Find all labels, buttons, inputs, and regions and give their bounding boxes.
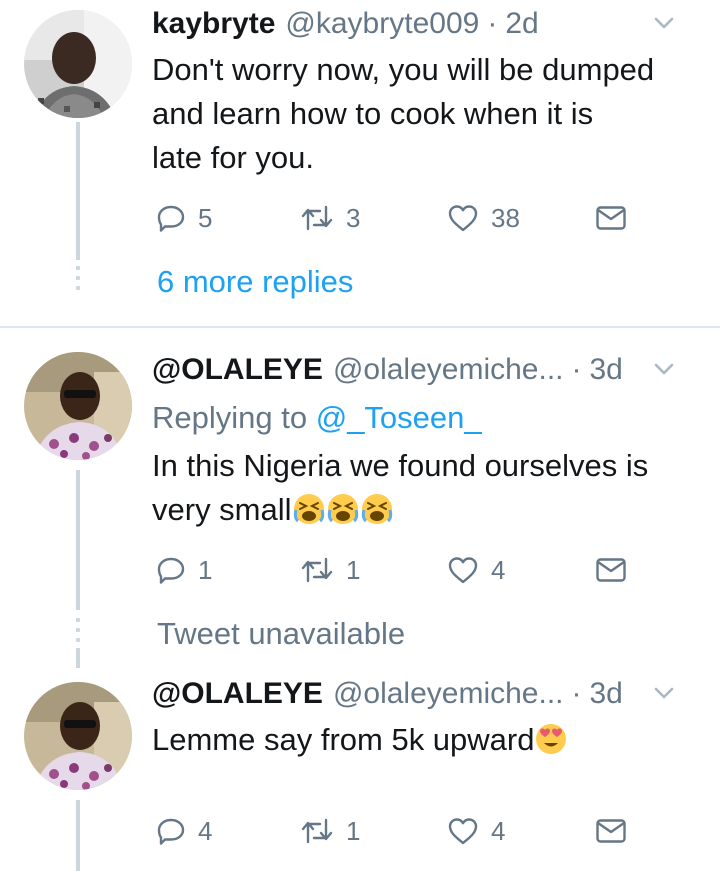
dm-button[interactable]: [595, 550, 627, 590]
avatar[interactable]: [24, 352, 132, 460]
like-count: 38: [491, 202, 520, 233]
tweet-actions: 1 1 4: [152, 550, 672, 590]
reply-count: 5: [198, 202, 213, 233]
chevron-down-icon[interactable]: [654, 16, 674, 30]
thread-dot: [76, 628, 80, 632]
like-icon: [448, 205, 478, 232]
tweet-text: Don't worry now, you will be dumped and …: [152, 48, 700, 180]
thread-line: [76, 122, 80, 260]
replying-prefix: Replying to: [152, 400, 316, 435]
tweet-text: In this Nigeria we found ourselves is ve…: [152, 444, 700, 532]
heart-eyes-emoji: [536, 724, 567, 754]
tweet-text-line: late for you.: [152, 140, 314, 175]
thread-dot: [76, 618, 80, 622]
reply-button[interactable]: 5: [156, 198, 212, 238]
like-icon: [448, 557, 478, 584]
like-count: 4: [491, 815, 506, 846]
tweet-olaleye-1[interactable]: @OLALEYE @olaleyemiche... · 3d Replying …: [0, 328, 720, 668]
retweet-icon: [301, 557, 333, 583]
reply-icon: [157, 205, 185, 232]
tweet-header: kaybryte @kaybryte009 · 2d: [152, 4, 700, 44]
thread-dot: [76, 638, 80, 642]
tweet-olaleye-2[interactable]: @OLALEYE @olaleyemiche... · 3d Lemme say…: [0, 668, 720, 871]
tweet-header: @OLALEYE @olaleyemiche... · 3d: [152, 674, 700, 714]
separator-dot: ·: [571, 353, 582, 386]
timestamp[interactable]: 2d: [505, 7, 538, 41]
chevron-down-icon[interactable]: [654, 686, 674, 700]
timestamp[interactable]: 3d: [590, 677, 623, 711]
dm-button[interactable]: [595, 811, 627, 851]
reply-icon: [157, 557, 185, 584]
thread-line: [76, 648, 80, 668]
thread-dot: [76, 276, 80, 280]
retweet-button[interactable]: 3: [300, 198, 360, 238]
tweet-text: Lemme say from 5k upward: [152, 718, 700, 762]
reply-count: 4: [198, 815, 213, 846]
tweet-text-line: and learn how to cook when it is: [152, 96, 594, 131]
tweet-header: @OLALEYE @olaleyemiche... · 3d: [152, 350, 700, 390]
display-name[interactable]: @OLALEYE: [152, 677, 323, 711]
retweet-icon: [301, 818, 333, 844]
dm-icon: [596, 558, 626, 582]
retweet-icon: [301, 205, 333, 231]
user-handle[interactable]: @olaleyemiche...: [333, 677, 564, 711]
tweet-text-fragment: Lemme say from 5k upward: [152, 722, 535, 757]
tweet-text-line: Don't worry now, you will be dumped: [152, 52, 655, 87]
tweet-unavailable-notice: Tweet unavailable: [157, 616, 406, 651]
thread-dot: [76, 286, 80, 290]
retweet-button[interactable]: 1: [300, 811, 360, 851]
dm-icon: [596, 206, 626, 230]
tweet-text-fragment: very small: [152, 492, 292, 527]
more-replies-link[interactable]: 6 more replies: [157, 262, 353, 302]
reply-button[interactable]: 4: [156, 811, 212, 851]
tired-face-emoji: [327, 494, 358, 524]
tweet-actions: 4 1 4: [152, 811, 672, 851]
tweet-kaybryte[interactable]: kaybryte @kaybryte009 · 2d Don't worry n…: [0, 0, 720, 325]
tweet-text-line: In this Nigeria we found ourselves is: [152, 448, 649, 483]
like-button[interactable]: 4: [447, 550, 505, 590]
retweet-count: 1: [346, 554, 361, 585]
like-button[interactable]: 4: [447, 811, 505, 851]
tweet-text-line: very small: [152, 488, 700, 532]
like-icon: [448, 818, 478, 845]
reply-icon: [157, 818, 185, 845]
tweet-actions: 5 3 38: [152, 198, 672, 238]
thread-line: [76, 470, 80, 610]
display-name[interactable]: @OLALEYE: [152, 353, 323, 387]
retweet-count: 3: [346, 202, 361, 233]
display-name[interactable]: kaybryte: [152, 7, 275, 41]
replying-mention-link[interactable]: @_Toseen_: [316, 400, 482, 435]
user-handle[interactable]: @olaleyemiche...: [333, 353, 564, 387]
tired-face-emoji: [293, 494, 324, 524]
timestamp[interactable]: 3d: [590, 353, 623, 387]
thread-dot: [76, 266, 80, 270]
dm-button[interactable]: [595, 198, 627, 238]
user-handle[interactable]: @kaybryte009: [285, 7, 479, 41]
like-count: 4: [491, 554, 506, 585]
replying-to: Replying to @_Toseen_: [152, 396, 482, 440]
avatar[interactable]: [24, 10, 132, 118]
avatar[interactable]: [24, 682, 132, 790]
chevron-down-icon[interactable]: [654, 362, 674, 376]
separator-dot: ·: [571, 677, 582, 710]
tired-face-emoji: [361, 494, 392, 524]
reply-count: 1: [198, 554, 213, 585]
retweet-button[interactable]: 1: [300, 550, 360, 590]
retweet-count: 1: [346, 815, 361, 846]
dm-icon: [596, 819, 626, 843]
like-button[interactable]: 38: [447, 198, 520, 238]
reply-button[interactable]: 1: [156, 550, 212, 590]
separator-dot: ·: [487, 7, 498, 40]
thread-line: [76, 800, 80, 871]
